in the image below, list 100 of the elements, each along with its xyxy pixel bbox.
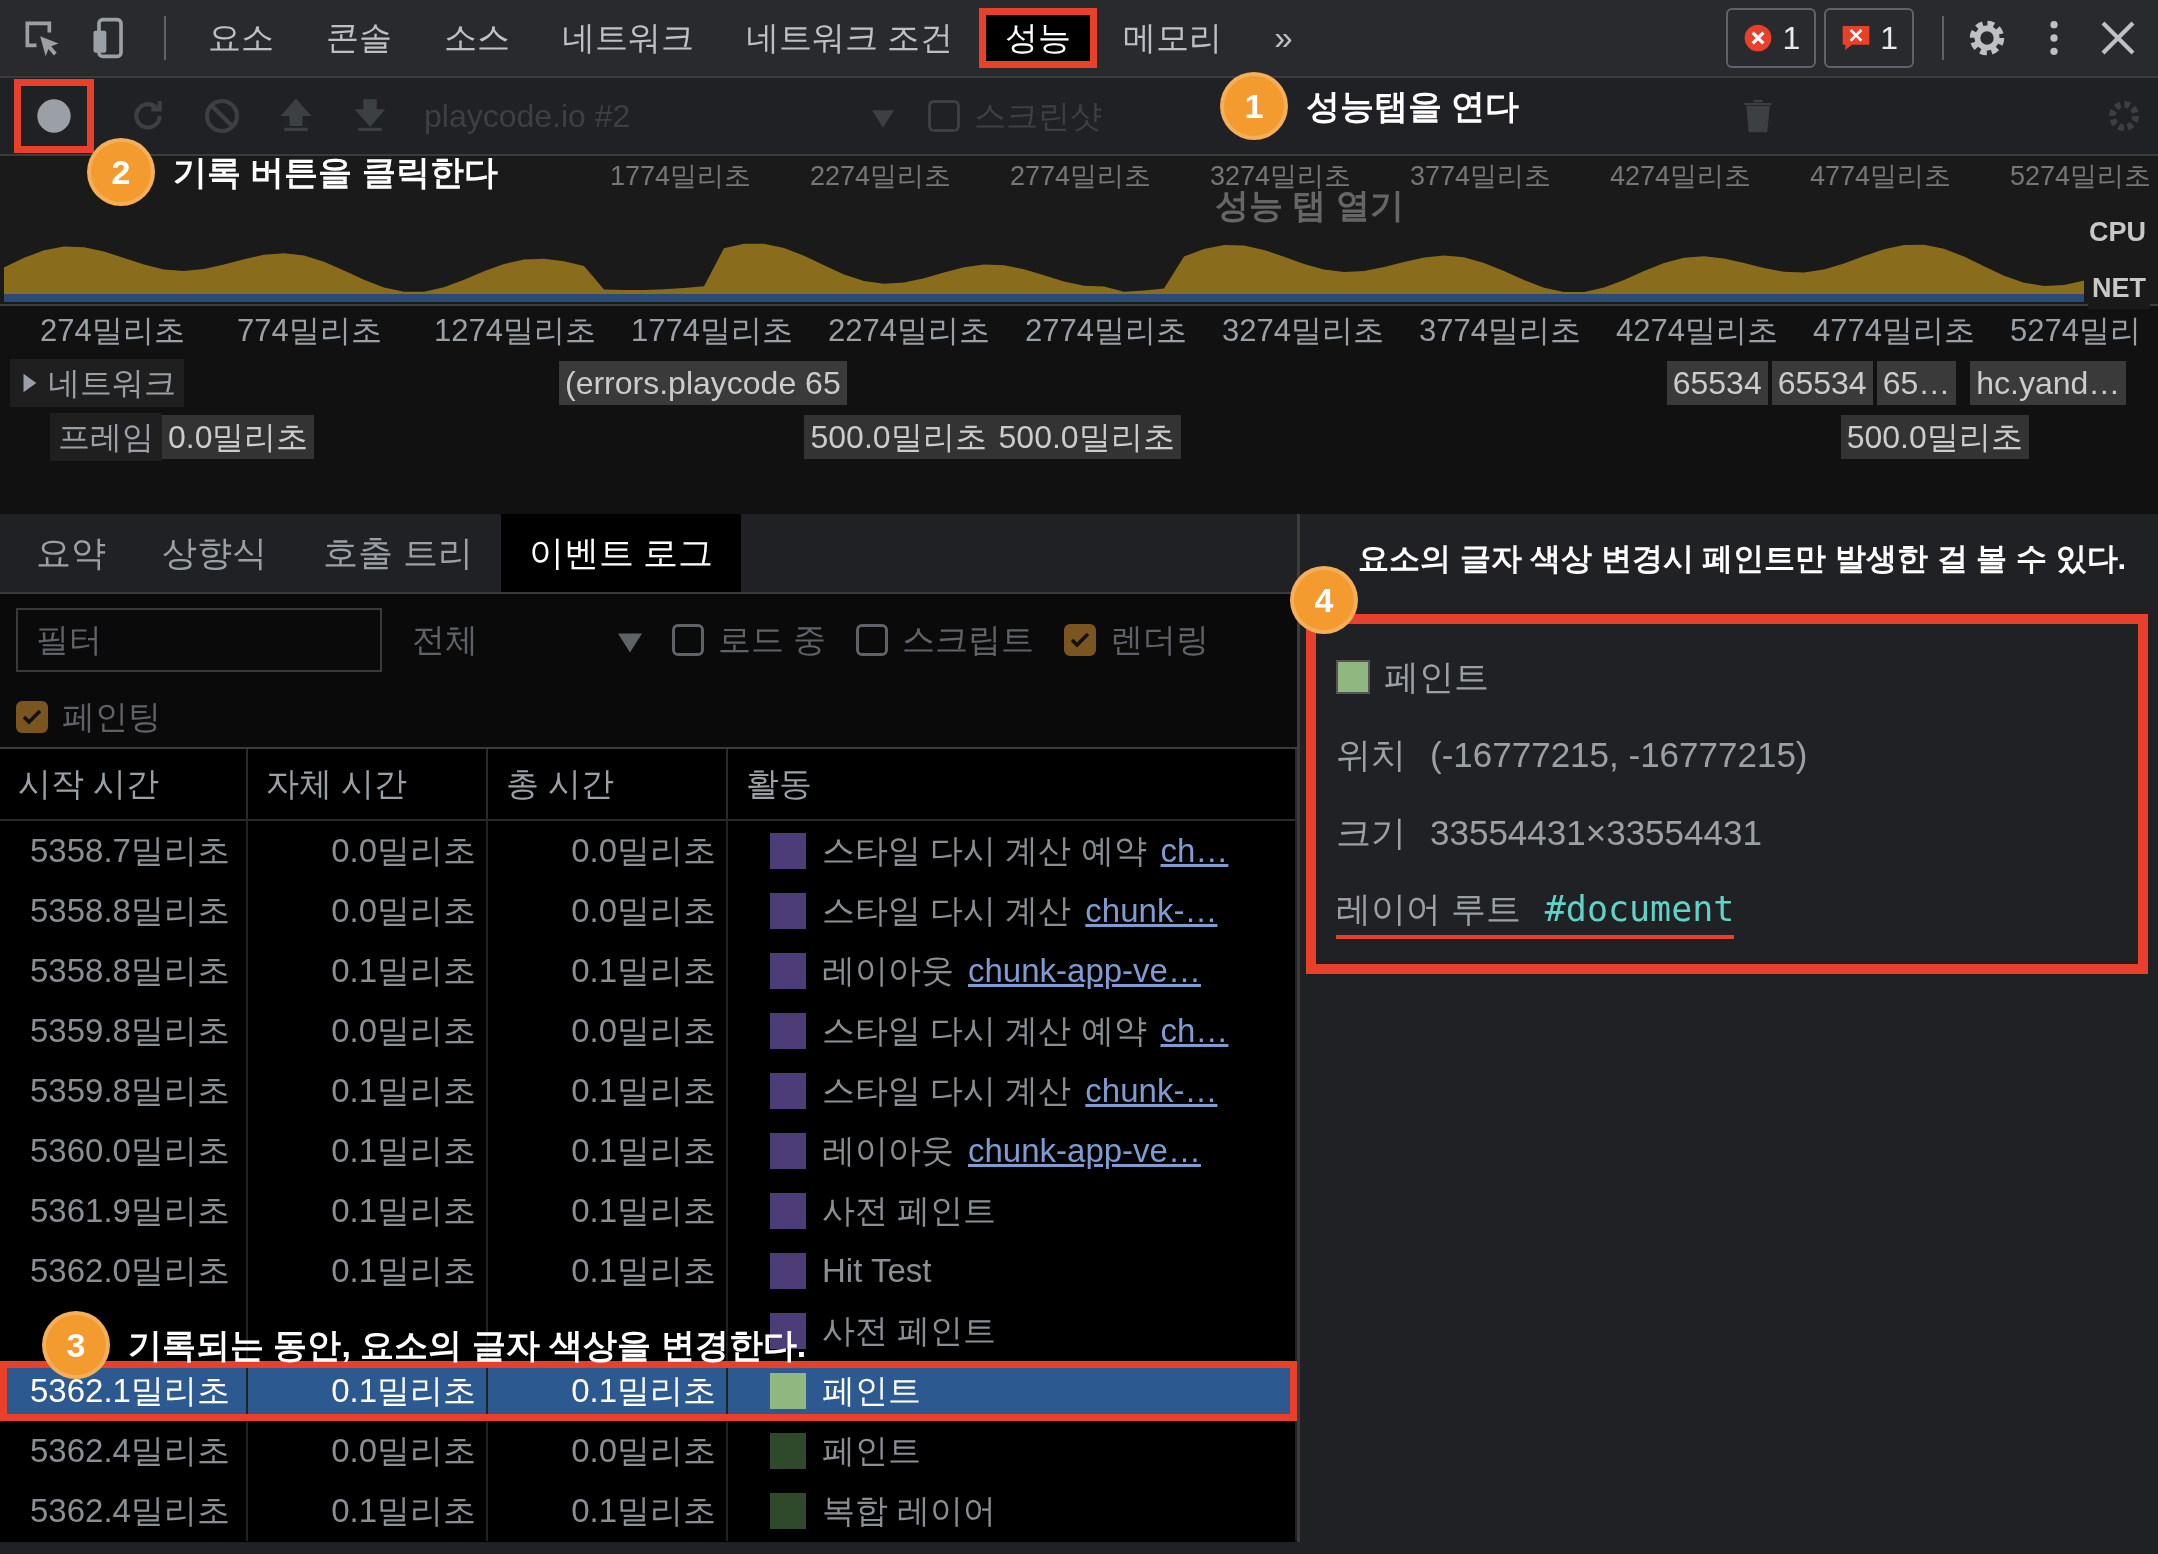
track-label: 프레임 xyxy=(50,413,162,461)
network-request-bar[interactable]: (errors.playcode 65 xyxy=(559,361,847,405)
checkbox[interactable] xyxy=(1064,624,1097,656)
table-cell: 5359.8밀리초 xyxy=(0,1001,248,1061)
activity-label: 스타일 다시 계산 예약 xyxy=(822,831,1147,872)
source-link[interactable]: ch… xyxy=(1160,1006,1229,1056)
track-label: 네트워크 xyxy=(48,364,176,403)
field-value: #document xyxy=(1544,887,1735,931)
table-cell: 0.0밀리초 xyxy=(488,1001,728,1061)
activity-label: 페인트 xyxy=(822,1371,921,1412)
record-button[interactable] xyxy=(14,79,94,153)
tick-label: 3774밀리초 xyxy=(1410,159,1553,193)
detail-tab[interactable]: 호출 트리 xyxy=(295,514,501,592)
table-cell: 0.1밀리초 xyxy=(488,1181,728,1241)
panel-tab[interactable]: 성능 xyxy=(979,8,1098,68)
frame-bar[interactable]: 500.0밀리초 xyxy=(992,415,1181,459)
network-request-bar[interactable]: 65534 xyxy=(1771,361,1873,405)
table-cell: 0.1밀리초 xyxy=(488,1121,728,1181)
source-link[interactable]: chunk-… xyxy=(1085,886,1218,936)
tick-label: 1774밀리초 xyxy=(631,311,794,350)
detail-tab[interactable]: 상향식 xyxy=(134,514,295,592)
field-value: (-16777215, -16777215) xyxy=(1430,733,1808,776)
column-header[interactable]: 활동 xyxy=(728,749,1297,821)
table-cell: 5358.7밀리초 xyxy=(0,821,248,881)
checkbox-label: 페인팅 xyxy=(62,697,161,737)
counter-badge[interactable]: 1 xyxy=(1726,8,1817,68)
checkbox[interactable] xyxy=(672,624,704,656)
checkbox[interactable] xyxy=(16,700,48,733)
checkbox-label: 로드 중 xyxy=(718,620,827,661)
activity-label: 스타일 다시 계산 xyxy=(822,1071,1072,1112)
checkbox-label: 스크립트 xyxy=(902,620,1035,661)
column-header[interactable]: 시작 시간 xyxy=(0,749,248,821)
tick-label: 2774밀리초 xyxy=(1010,159,1153,193)
tick-label: 774밀리초 xyxy=(237,311,383,350)
table-cell: 0.1밀리초 xyxy=(248,1061,488,1121)
panel-tab[interactable]: 메모리 xyxy=(1097,8,1249,68)
activity-label: 사전 페인트 xyxy=(822,1311,997,1352)
caret-icon xyxy=(872,109,894,128)
counter-badge[interactable]: 1 xyxy=(1824,8,1914,68)
source-link[interactable]: ch… xyxy=(1160,826,1229,876)
source-link[interactable]: chunk-… xyxy=(1085,1066,1218,1116)
table-cell: 0.0밀리초 xyxy=(248,881,488,941)
table-cell: 5358.8밀리초 xyxy=(0,941,248,1001)
table-cell: 0.1밀리초 xyxy=(488,1481,728,1541)
table-cell: 0.0밀리초 xyxy=(488,821,728,881)
column-header[interactable]: 총 시간 xyxy=(488,749,728,821)
activity-label: 레이아웃 xyxy=(822,951,954,992)
tick-label: 4774밀리초 xyxy=(1810,159,1953,193)
table-cell: 0.0밀리초 xyxy=(488,1421,728,1481)
activity-label: 스타일 다시 계산 예약 xyxy=(822,1011,1147,1052)
table-cell: 0.1밀리초 xyxy=(248,1121,488,1181)
table-cell: 0.1밀리초 xyxy=(488,1061,728,1121)
tick-label: 1774밀리초 xyxy=(610,159,753,193)
annotation-caption: 기록 버튼을 클릭한다 xyxy=(173,151,498,193)
frame-bar[interactable]: 500.0밀리초 xyxy=(804,415,993,459)
table-cell: 0.0밀리초 xyxy=(488,881,728,941)
details-title: 페인트 xyxy=(1384,655,1489,698)
checkbox[interactable] xyxy=(856,624,889,656)
source-link[interactable]: chunk-app-ve… xyxy=(968,946,1201,996)
network-request-bar[interactable]: hc.yand… xyxy=(1970,361,2127,405)
tick-label: 4274밀리초 xyxy=(1610,159,1753,193)
tick-label: 4274밀리초 xyxy=(1616,311,1779,350)
panel-tab[interactable]: 콘솔 xyxy=(300,8,418,68)
table-cell: 0.0밀리초 xyxy=(248,821,488,881)
frame-bar[interactable]: 500.0밀리초 xyxy=(1840,415,2029,459)
table-cell: 0.1밀리초 xyxy=(248,1481,488,1541)
frame-bar[interactable]: 0.0밀리초 xyxy=(162,415,315,459)
annotation-caption: 요소의 글자 색상 변경시 페인트만 발생한 걸 볼 수 있다. xyxy=(1358,540,2127,578)
field-label: 크기 xyxy=(1336,811,1406,854)
detail-tab[interactable]: 이벤트 로그 xyxy=(500,514,742,592)
table-cell: 5362.4밀리초 xyxy=(0,1481,248,1541)
tick-label: 2274밀리초 xyxy=(828,311,991,350)
panel-tab[interactable]: 네트워크 조건 xyxy=(720,8,980,68)
detail-tab[interactable]: 요약 xyxy=(8,514,134,592)
table-cell: 0.1밀리초 xyxy=(248,941,488,1001)
table-cell: 0.1밀리초 xyxy=(488,941,728,1001)
activity-label: 사전 페인트 xyxy=(822,1191,997,1232)
panel-tab[interactable]: 요소 xyxy=(182,8,300,68)
filter-field[interactable]: 필터 xyxy=(16,608,382,672)
annotation-caption: 성능탭을 연다 xyxy=(1306,85,1520,127)
checkbox[interactable] xyxy=(928,100,960,132)
table-cell: 0.1밀리초 xyxy=(488,1241,728,1301)
activity-label: 스타일 다시 계산 xyxy=(822,891,1072,932)
panel-tab[interactable]: 소스 xyxy=(418,8,536,68)
tick-label: 4774밀리초 xyxy=(1813,311,1976,350)
table-cell: 5362.4밀리초 xyxy=(0,1421,248,1481)
network-request-bar[interactable]: 65534 xyxy=(1666,361,1768,405)
table-cell: 5362.0밀리초 xyxy=(0,1241,248,1301)
panel-tab[interactable]: 네트워크 xyxy=(536,8,720,68)
table-cell: 0.0밀리초 xyxy=(248,1001,488,1061)
source-link[interactable]: chunk-app-ve… xyxy=(968,1126,1201,1176)
panel-tab[interactable]: » xyxy=(1248,8,1319,68)
activity-label: 레이아웃 xyxy=(822,1131,954,1172)
activity-label: 복합 레이어 xyxy=(822,1491,997,1532)
checkbox-label: 렌더링 xyxy=(1110,620,1210,661)
table-cell: 0.0밀리초 xyxy=(248,1421,488,1481)
tick-label: 3274밀리초 xyxy=(1222,311,1385,350)
table-cell: 0.1밀리초 xyxy=(248,1181,488,1241)
network-request-bar[interactable]: 65… xyxy=(1876,361,1957,405)
column-header[interactable]: 자체 시간 xyxy=(248,749,488,821)
